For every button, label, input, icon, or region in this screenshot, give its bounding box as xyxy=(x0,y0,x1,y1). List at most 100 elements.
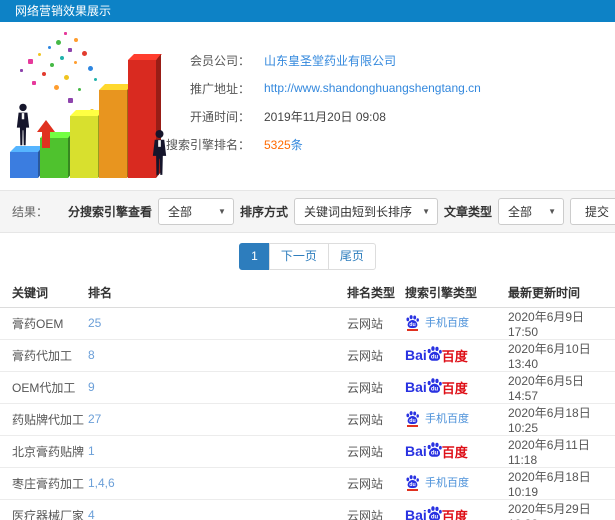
baidu-logo: Bai du 百度 xyxy=(405,505,468,520)
next-page-button[interactable]: 下一页 xyxy=(268,242,329,270)
baidu-paw-icon: du xyxy=(427,441,442,457)
keyword-cell: 医疗器械厂家 xyxy=(0,499,88,520)
baidu-paw-icon: du xyxy=(406,315,419,328)
table-row: 药贴牌代加工 27 云网站 du 手机百度 2020年6月18日 10:25 xyxy=(0,403,615,436)
field-company: 会员公司： 山东皇圣堂药业有限公司 xyxy=(150,46,481,74)
last-page-button[interactable]: 尾页 xyxy=(327,242,376,270)
results-table: 关键词 排名 排名类型 搜索引擎类型 最新更新时间 膏药OEM 25 云网站 du … xyxy=(0,279,615,520)
rank-cell[interactable]: 25 xyxy=(88,307,347,340)
open-time-label: 开通时间： xyxy=(189,109,250,124)
up-arrow-icon xyxy=(37,120,55,148)
keyword-cell: 药贴牌代加工 xyxy=(0,403,88,436)
table-body: 膏药OEM 25 云网站 du 手机百度 2020年6月9日 17:50 膏药代加工 8… xyxy=(0,307,615,520)
rank-type-cell: 云网站 xyxy=(347,435,405,468)
updated-time-cell: 2020年6月9日 17:50 xyxy=(508,307,615,340)
rank-type-cell: 云网站 xyxy=(347,339,405,372)
engine-filter-label: 分搜索引擎查看 xyxy=(67,205,152,219)
engine-type-cell: Bai du 百度 xyxy=(405,339,508,372)
rank-type-cell: 云网站 xyxy=(347,467,405,500)
baidu-paw-icon: du xyxy=(427,377,442,393)
updated-time-cell: 2020年6月10日 13:40 xyxy=(508,339,615,372)
col-engine-type: 搜索引擎类型 xyxy=(405,279,508,308)
mobile-baidu-badge: du 手机百度 xyxy=(405,474,469,492)
baidu-paw-icon: du xyxy=(427,345,442,361)
table-row: 北京膏药贴牌 1 云网站 Bai du 百度 2020年6月11日 11:18 xyxy=(0,435,615,468)
svg-text:du: du xyxy=(409,322,415,328)
field-search-rank: 搜索引擎排名： 5325条 xyxy=(150,130,481,158)
svg-text:du: du xyxy=(431,514,439,520)
col-updated: 最新更新时间 xyxy=(508,279,615,308)
pagination: 1 下一页 尾页 xyxy=(0,233,615,279)
search-rank-label: 搜索引擎排名： xyxy=(165,137,250,152)
mobile-baidu-icon: du xyxy=(405,474,420,492)
svg-text:du: du xyxy=(431,450,439,456)
updated-time-cell: 2020年6月18日 10:19 xyxy=(508,467,615,500)
rank-cell[interactable]: 8 xyxy=(88,339,347,372)
field-url: 推广地址： http://www.shandonghuangshengtang.… xyxy=(150,74,481,102)
sort-filter-label: 排序方式 xyxy=(239,205,288,219)
mobile-baidu-badge: du 手机百度 xyxy=(405,410,469,428)
article-type-select-value: 全部 xyxy=(508,205,533,219)
filter-bar: 结果： 分搜索引擎查看 全部 ▼ 排序方式 关键词由短到长排序 ▼ 文章类型 全… xyxy=(0,190,615,233)
mobile-baidu-label: 手机百度 xyxy=(425,412,469,425)
page: 网络营销效果展示 会员公司： 山东皇圣堂药业有限公司 推广地址： http://… xyxy=(0,0,615,520)
rank-type-cell: 云网站 xyxy=(347,403,405,436)
rank-type-cell: 云网站 xyxy=(347,371,405,404)
table-row: 枣庄膏药加工 1,4,6 云网站 du 手机百度 2020年6月18日 10:19 xyxy=(0,467,615,500)
keyword-cell: OEM代加工 xyxy=(0,371,88,404)
chart-bar-4 xyxy=(99,90,127,178)
type-filter-label: 文章类型 xyxy=(443,205,492,219)
result-label: 结果： xyxy=(12,205,49,219)
updated-time-cell: 2020年5月29日 10:32 xyxy=(508,499,615,520)
search-rank-count: 5325 xyxy=(264,137,291,152)
rank-cell[interactable]: 1 xyxy=(88,435,347,468)
page-1-button[interactable]: 1 xyxy=(239,242,270,270)
sort-select[interactable]: 关键词由短到长排序 ▼ xyxy=(293,198,438,225)
promotion-url-link[interactable]: http://www.shandonghuangshengtang.cn xyxy=(264,81,481,95)
sort-select-value: 关键词由短到长排序 xyxy=(303,205,412,219)
chevron-down-icon: ▼ xyxy=(548,207,556,216)
svg-text:du: du xyxy=(431,354,439,360)
updated-time-cell: 2020年6月11日 11:18 xyxy=(508,435,615,468)
baidu-paw-icon: du xyxy=(427,505,442,520)
table-row: OEM代加工 9 云网站 Bai du 百度 2020年6月5日 14:57 xyxy=(0,371,615,404)
rank-cell[interactable]: 1,4,6 xyxy=(88,467,347,500)
company-info: 会员公司： 山东皇圣堂药业有限公司 推广地址： http://www.shand… xyxy=(150,46,481,158)
page-title: 网络营销效果展示 xyxy=(15,4,112,18)
engine-select[interactable]: 全部 ▼ xyxy=(157,198,234,225)
field-open-time: 开通时间： 2019年11月20日 09:08 xyxy=(150,102,481,130)
rank-cell[interactable]: 4 xyxy=(88,499,347,520)
mobile-baidu-icon: du xyxy=(405,314,420,332)
mobile-baidu-label: 手机百度 xyxy=(425,316,469,329)
svg-text:du: du xyxy=(431,386,439,392)
baidu-logo: Bai du 百度 xyxy=(405,345,468,366)
svg-text:du: du xyxy=(409,482,415,488)
updated-time-cell: 2020年6月5日 14:57 xyxy=(508,371,615,404)
rank-cell[interactable]: 9 xyxy=(88,371,347,404)
company-link[interactable]: 山东皇圣堂药业有限公司 xyxy=(264,52,396,69)
table-header-row: 关键词 排名 排名类型 搜索引擎类型 最新更新时间 xyxy=(0,279,615,308)
mobile-baidu-label: 手机百度 xyxy=(425,476,469,489)
chart-bar-1 xyxy=(10,152,38,178)
mobile-baidu-badge: du 手机百度 xyxy=(405,314,469,332)
rank-type-cell: 云网站 xyxy=(347,499,405,520)
submit-button[interactable]: 提交 xyxy=(570,198,615,225)
article-type-select[interactable]: 全部 ▼ xyxy=(498,198,564,225)
rank-type-cell: 云网站 xyxy=(347,307,405,340)
keyword-cell: 膏药代加工 xyxy=(0,339,88,372)
engine-select-value: 全部 xyxy=(167,205,192,219)
mobile-baidu-icon: du xyxy=(405,410,420,428)
engine-type-cell: Bai du 百度 xyxy=(405,435,508,468)
table-row: 膏药代加工 8 云网站 Bai du 百度 2020年6月10日 13:40 xyxy=(0,339,615,372)
col-rank-type: 排名类型 xyxy=(347,279,405,308)
updated-time-cell: 2020年6月18日 10:25 xyxy=(508,403,615,436)
rank-cell[interactable]: 27 xyxy=(88,403,347,436)
table-row: 医疗器械厂家4云网站 Bai du 百度 2020年5月29日 10:32 xyxy=(0,499,615,520)
engine-type-cell: du 手机百度 xyxy=(405,403,508,436)
businessman-left-icon xyxy=(14,103,32,152)
open-time-value: 2019年11月20日 09:08 xyxy=(264,109,386,124)
col-keyword: 关键词 xyxy=(0,279,88,308)
engine-type-cell: Bai du 百度 xyxy=(405,371,508,404)
baidu-paw-icon: du xyxy=(406,475,419,488)
engine-type-cell: Bai du 百度 xyxy=(405,499,508,520)
